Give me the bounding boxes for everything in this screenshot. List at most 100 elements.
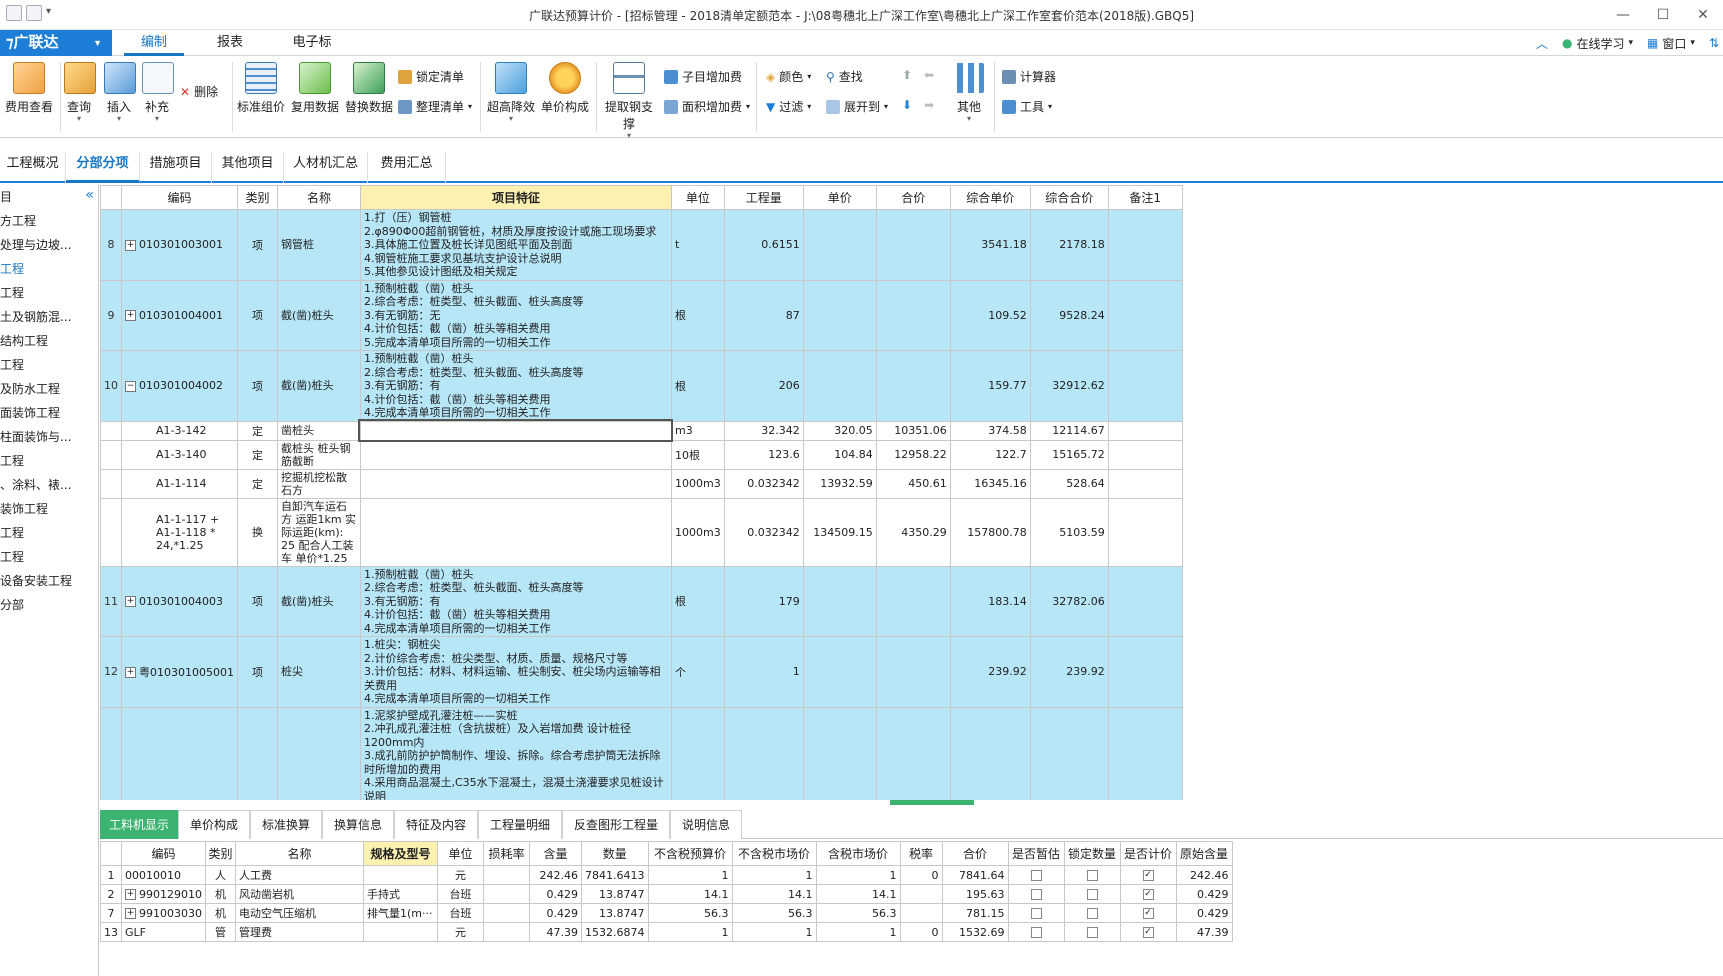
name-cell[interactable]: 钢管桩 (276, 209, 361, 281)
bill-item-row[interactable]: 10−010301004002 项截(凿)桩头 1.预制桩截（凿）桩头 2.综合考虑… (100, 350, 1183, 422)
quota-row[interactable]: A1-1-114 定挖掘机挖松散石方 1000m3 0.032342 13932.59 4… (100, 468, 1183, 499)
composite-total-cell[interactable]: 15165.72 (1029, 439, 1109, 470)
move-up-button[interactable]: ⬆ (902, 68, 912, 82)
tab-cost-summary[interactable]: 费用汇总 (368, 152, 446, 183)
lmm-header-unit[interactable]: 单位 (437, 841, 484, 866)
pre-tax-budget-cell[interactable]: 1 (647, 922, 733, 942)
lock-qty-checkbox[interactable] (1063, 903, 1121, 923)
pre-tax-market-cell[interactable]: 14.1 (731, 884, 817, 904)
lmm-row[interactable]: 7 +991003030 机电动空气压缩机 排气量1(m··· 台班 0.429 13.87… (100, 903, 1233, 923)
unit-price-cell[interactable] (802, 706, 877, 800)
composite-price-cell[interactable]: 16345.16 (949, 468, 1031, 499)
unit-price-cell[interactable]: 104.84 (802, 439, 877, 470)
sidebar-item[interactable]: 工程 (0, 281, 98, 305)
sidebar-item[interactable]: 装饰工程 (0, 497, 98, 521)
tab-sub-items[interactable]: 分部分项 (66, 152, 140, 183)
original-content-cell[interactable]: 47.39 (1175, 922, 1233, 942)
tax-market-cell[interactable]: 14.1 (815, 884, 901, 904)
unit-price-cell[interactable]: 134509.15 (802, 497, 877, 567)
area-fee-button[interactable]: 面积增加费 ▾ (664, 98, 750, 115)
organize-list-button[interactable]: 整理清单 ▾ (398, 98, 472, 115)
tax-rate-cell[interactable]: 0 (899, 922, 943, 942)
sidebar-item[interactable]: 目 (0, 185, 98, 209)
grid-header-type[interactable]: 类别 (236, 185, 278, 210)
grid-header-remark[interactable]: 备注1 (1107, 185, 1183, 210)
menu-tab-edit[interactable]: 编制 (124, 30, 184, 56)
grid-header-name[interactable]: 名称 (276, 185, 361, 210)
bill-item-row[interactable]: 8 +010301003001 项钢管桩 1.打（压）钢管桩 2.φ890Φ00超前钢… (100, 209, 1183, 281)
code-cell[interactable]: A1-1-114 (121, 468, 238, 499)
pre-tax-market-cell[interactable]: 1 (731, 922, 817, 942)
row-number[interactable] (100, 706, 122, 800)
unit-price-cell[interactable] (802, 209, 877, 281)
code-cell[interactable]: A1-1-117 + A1-1-118 * 24,*1.25 (121, 497, 238, 567)
unit-cell[interactable]: 元 (437, 865, 484, 885)
grid-header-unit[interactable]: 单位 (670, 185, 725, 210)
close-icon[interactable]: ✕ (1683, 0, 1723, 30)
sidebar-item[interactable]: 结构工程 (0, 329, 98, 353)
lmm-header-provisional[interactable]: 是否暂估 (1007, 841, 1065, 866)
quantity-cell[interactable]: 179 (723, 565, 804, 637)
checked-checkbox-icon[interactable]: ✓ (1142, 870, 1154, 881)
menu-tab-electronic-bid[interactable]: 电子标 (282, 30, 342, 56)
remark-cell[interactable] (1107, 279, 1183, 351)
tax-rate-cell[interactable]: 0 (899, 865, 943, 885)
quantity-cell[interactable]: 123.6 (723, 439, 804, 470)
lmm-header-tax-market[interactable]: 含税市场价 (815, 841, 901, 866)
tab-conversion-info[interactable]: 换算信息 (322, 810, 394, 839)
priced-checkbox[interactable]: ✓ (1119, 922, 1177, 942)
total-cell[interactable]: 10351.06 (875, 420, 951, 441)
feature-cell[interactable]: 1.预制桩截（凿）桩头 2.综合考虑：桩类型、桩头截面、桩头高度等 3.有无钢筋… (359, 350, 672, 422)
name-cell[interactable]: 电动空气压缩机 (235, 903, 364, 923)
composite-price-cell[interactable]: 239.92 (949, 636, 1031, 708)
row-number[interactable]: 2 (100, 884, 122, 904)
spec-cell[interactable]: 排气量1(m··· (363, 903, 438, 923)
total-cell[interactable]: 1532.69 (941, 922, 1009, 942)
pre-tax-market-cell[interactable]: 1 (731, 865, 817, 885)
unit-price-cell[interactable] (802, 279, 877, 351)
code-cell[interactable]: +010301004003 (121, 565, 238, 637)
tab-measures[interactable]: 措施项目 (140, 152, 212, 183)
quantity-cell[interactable]: 1532.6874 (581, 922, 649, 942)
code-cell[interactable]: 00010010 (121, 865, 206, 885)
remark-cell[interactable] (1107, 439, 1183, 470)
total-cell[interactable]: 450.61 (875, 468, 951, 499)
bill-item-row[interactable]: 11 +010301004003 项截(凿)桩头 1.预制桩截（凿）桩头 2.综合考虑… (100, 565, 1183, 637)
menu-more-icon[interactable]: ⇅ (1709, 36, 1719, 50)
remark-cell[interactable] (1107, 468, 1183, 499)
replace-data-button[interactable]: 替换数据 (344, 62, 394, 115)
feature-cell[interactable]: 1.桩尖：钢桩尖 2.计价综合考虑：桩尖类型、材质、质量、规格尺寸等 3.计价包… (359, 636, 672, 708)
type-cell[interactable]: 项 (236, 279, 278, 351)
loss-rate-cell[interactable] (483, 922, 530, 942)
unit-cell[interactable]: 1000m3 (670, 468, 725, 499)
quantity-cell[interactable]: 0.032342 (723, 468, 804, 499)
name-cell[interactable]: 凿桩头 (276, 420, 361, 441)
filter-button[interactable]: ▼ 过滤 ▾ (766, 98, 811, 115)
feature-cell[interactable] (359, 439, 672, 470)
move-right-button[interactable]: ➡ (924, 98, 934, 112)
row-number[interactable]: 10 (100, 350, 122, 422)
grid-header-composite-total[interactable]: 综合合价 (1029, 185, 1109, 210)
name-cell[interactable]: 截桩头 桩头钢筋截断 (276, 439, 361, 470)
composite-price-cell[interactable]: 183.14 (949, 565, 1031, 637)
expand-toggle-icon[interactable]: + (125, 596, 136, 608)
spec-cell[interactable]: 手持式 (363, 884, 438, 904)
tab-other-items[interactable]: 其他项目 (212, 152, 284, 183)
unit-cell[interactable]: m3 (670, 420, 725, 441)
total-cell[interactable] (875, 279, 951, 351)
composite-total-cell[interactable]: 32782.06 (1029, 565, 1109, 637)
loss-rate-cell[interactable] (483, 884, 530, 904)
type-cell[interactable]: 项 (236, 209, 278, 281)
total-cell[interactable] (875, 209, 951, 281)
tab-reverse-graphic-quantity[interactable]: 反查图形工程量 (562, 810, 670, 839)
brand-menu[interactable]: ⁊广联达 ▼ (0, 30, 112, 56)
composite-total-cell[interactable]: 12114.67 (1029, 420, 1109, 441)
unchecked-checkbox-icon[interactable] (1030, 927, 1042, 938)
quantity-cell[interactable]: 206 (723, 350, 804, 422)
code-cell[interactable]: −010301004002 (121, 350, 238, 422)
expand-to-button[interactable]: 展开到 ▾ (826, 98, 888, 115)
sidebar-item[interactable]: 、涂料、裱... (0, 473, 98, 497)
lmm-header-total[interactable]: 合价 (941, 841, 1009, 866)
name-cell[interactable]: 人工费 (235, 865, 364, 885)
code-cell[interactable]: A1-3-142 (121, 420, 238, 441)
